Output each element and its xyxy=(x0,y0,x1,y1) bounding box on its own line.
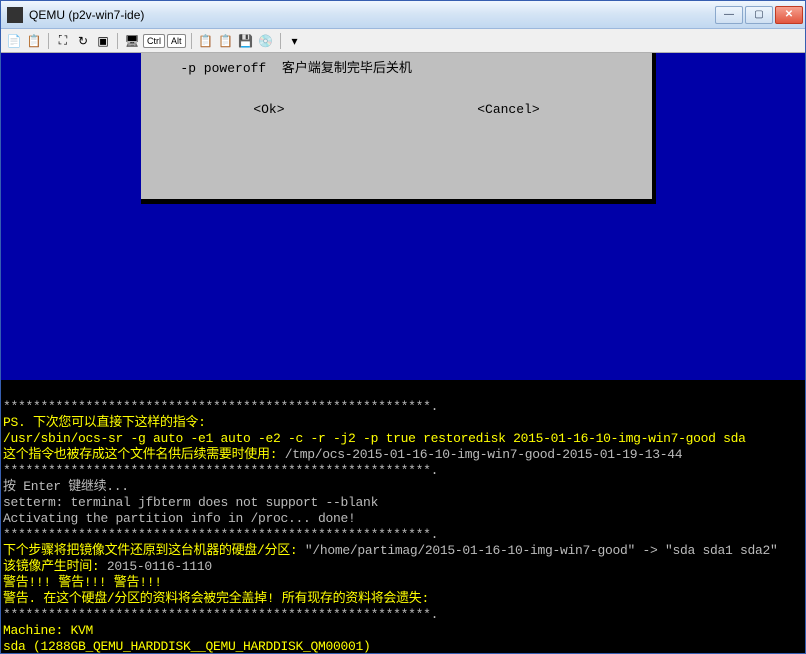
copy-icon[interactable]: 📋 xyxy=(197,32,215,50)
term-line: sda (1288GB_QEMU_HARDDISK__QEMU_HARDDISK… xyxy=(3,639,371,653)
toolbar: 📄 📋 ⛶ ↻ ▣ 🖥 Ctrl Alt 📋 📋 💾 💿 ▾ xyxy=(1,29,805,53)
terminal-output: ****************************************… xyxy=(3,383,803,653)
cancel-button[interactable]: <Cancel> xyxy=(477,102,539,118)
refresh-icon[interactable]: ↻ xyxy=(74,32,92,50)
window-title: QEMU (p2v-win7-ide) xyxy=(29,8,715,22)
app-window: QEMU (p2v-win7-ide) — ▢ ✕ 📄 📋 ⛶ ↻ ▣ 🖥 Ct… xyxy=(0,0,806,654)
term-line: 警告!!! 警告!!! 警告!!! xyxy=(3,575,162,590)
close-button[interactable]: ✕ xyxy=(775,6,803,24)
term-line: 这个指令也被存成这个文件名供后续需要时使用: xyxy=(3,447,285,462)
console-viewport[interactable]: -p poweroff 客户端复制完毕后关机 <Ok> <Cancel> ***… xyxy=(1,53,805,653)
maximize-button[interactable]: ▢ xyxy=(745,6,773,24)
titlebar[interactable]: QEMU (p2v-win7-ide) — ▢ ✕ xyxy=(1,1,805,29)
paste-icon[interactable]: 📋 xyxy=(217,32,235,50)
alt-key[interactable]: Alt xyxy=(167,34,186,48)
term-line: ****************************************… xyxy=(3,527,438,542)
app-icon xyxy=(7,7,23,23)
term-line: /usr/sbin/ocs-sr -g auto -e1 auto -e2 -c… xyxy=(3,431,746,446)
term-line: 按 Enter 键继续... xyxy=(3,479,129,494)
save-icon[interactable]: 💾 xyxy=(237,32,255,50)
separator xyxy=(280,33,281,49)
window-buttons: — ▢ ✕ xyxy=(715,6,803,24)
ctrl-key[interactable]: Ctrl xyxy=(143,34,165,48)
separator xyxy=(117,33,118,49)
fullscreen-icon[interactable]: ⛶ xyxy=(54,32,72,50)
term-line: /tmp/ocs-2015-01-16-10-img-win7-good-201… xyxy=(285,447,683,462)
separator xyxy=(48,33,49,49)
fit-icon[interactable]: ▣ xyxy=(94,32,112,50)
term-line: Machine: KVM xyxy=(3,623,93,638)
term-line: setterm: terminal jfbterm does not suppo… xyxy=(3,495,378,510)
minimize-button[interactable]: — xyxy=(715,6,743,24)
doc-icon[interactable]: 📋 xyxy=(25,32,43,50)
dialog-box: -p poweroff 客户端复制完毕后关机 <Ok> <Cancel> xyxy=(141,53,656,204)
dialog-buttons: <Ok> <Cancel> xyxy=(157,102,636,118)
term-line: 警告. 在这个硬盘/分区的资料将会被完全盖掉! 所有现存的资料将会遗失: xyxy=(3,591,429,606)
term-line: PS. 下次您可以直接下这样的指令: xyxy=(3,415,206,430)
monitor-icon[interactable]: 🖥 xyxy=(123,32,141,50)
term-line: ****************************************… xyxy=(3,607,438,622)
term-line: 该镜像产生时间: xyxy=(3,559,107,574)
term-line: "/home/partimag/2015-01-16-10-img-win7-g… xyxy=(305,543,778,558)
term-line: ****************************************… xyxy=(3,463,438,478)
dropdown-icon[interactable]: ▾ xyxy=(286,32,304,50)
disk-icon[interactable]: 💿 xyxy=(257,32,275,50)
term-line: ****************************************… xyxy=(3,399,438,414)
separator xyxy=(191,33,192,49)
new-icon[interactable]: 📄 xyxy=(5,32,23,50)
term-line: 下个步骤将把镜像文件还原到这台机器的硬盘/分区: xyxy=(3,543,305,558)
term-line: Activating the partition info in /proc..… xyxy=(3,511,356,526)
term-line: 2015-0116-1110 xyxy=(107,559,212,574)
ok-button[interactable]: <Ok> xyxy=(253,102,284,118)
dialog-text: -p poweroff 客户端复制完毕后关机 xyxy=(157,61,636,77)
